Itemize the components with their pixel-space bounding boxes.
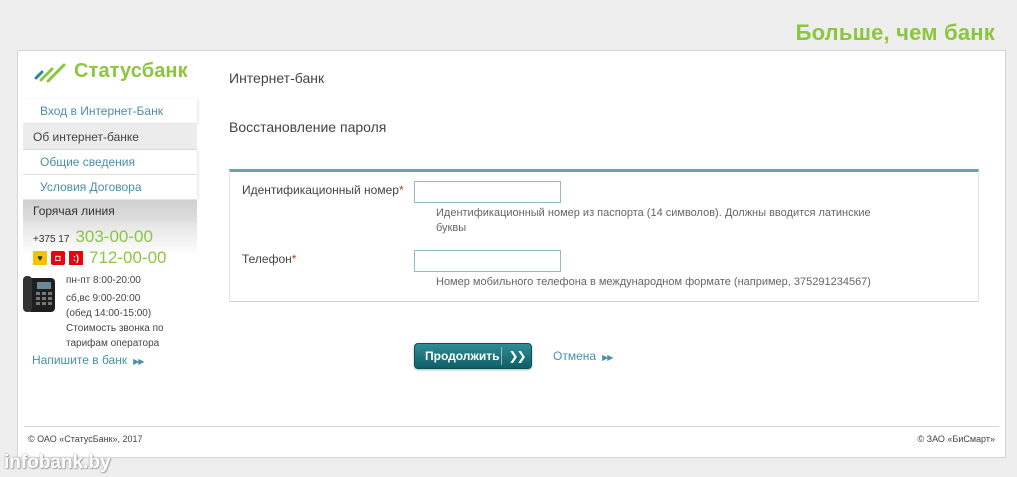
hours-weekday: пн-пт 8:00-20:00 xyxy=(66,275,141,286)
id-number-label: Идентификационный номер* xyxy=(242,183,404,197)
hours-lunch: (обед 14:00-15:00) xyxy=(66,308,152,319)
sidebar-item-contract-terms[interactable]: Условия Договора xyxy=(23,175,197,200)
footer-developer: © ЗАО «БиСмарт» xyxy=(917,434,995,444)
watermark: infobank.by xyxy=(4,452,111,473)
id-number-hint-line1: Идентификационный номер из паспорта (14 … xyxy=(436,207,871,219)
footer-copyright: © ОАО «СтатусБанк», 2017 xyxy=(28,434,143,444)
write-to-bank-link[interactable]: Напишите в банк ▶▶ xyxy=(32,353,144,367)
phone-label: Телефон* xyxy=(242,252,296,266)
mts-icon: ◘ xyxy=(51,251,65,265)
hotline-landline: +375 17 303-00-00 xyxy=(33,227,153,247)
chevron-right-icon: ❯❯ xyxy=(508,349,526,363)
id-number-input[interactable] xyxy=(414,181,561,203)
cost-note-2: тарифам оператора xyxy=(66,338,160,349)
footer-divider xyxy=(24,426,999,427)
password-recovery-form: Идентификационный номер* Идентификационн… xyxy=(229,169,979,302)
cancel-link-label: Отмена xyxy=(553,349,597,363)
required-mark: * xyxy=(291,252,297,266)
phone-input[interactable] xyxy=(414,250,561,272)
sidebar-item-general-info[interactable]: Общие сведения xyxy=(23,150,197,175)
sidebar: Вход в Интернет-Банк Об интернет-банке О… xyxy=(23,99,197,367)
id-number-hint-line2: буквы xyxy=(436,222,467,234)
sidebar-item-login[interactable]: Вход в Интернет-Банк xyxy=(23,99,197,124)
hotline-code: +375 17 xyxy=(33,234,70,245)
double-arrow-right-icon: ▶▶ xyxy=(133,357,144,366)
required-mark: * xyxy=(398,183,404,197)
phone-hint: Номер мобильного телефона в международно… xyxy=(436,276,871,288)
phone-label-text: Телефон xyxy=(242,252,292,266)
logo-mark-icon xyxy=(34,63,66,82)
life-icon: :) xyxy=(69,251,83,265)
hotline-block: Горячая линия +375 17 303-00-00 ♥ ◘ :) 7… xyxy=(23,200,197,367)
hotline-title: Горячая линия xyxy=(23,200,197,222)
main-card: Статусбанк Вход в Интернет-Банк Об интер… xyxy=(17,50,1006,458)
logo-text: Статусбанк xyxy=(74,60,188,82)
slogan: Больше, чем банк xyxy=(795,20,995,45)
cancel-link[interactable]: Отмена ▶▶ xyxy=(553,349,613,363)
sidebar-group-about: Об интернет-банке xyxy=(23,124,197,150)
section-title: Восстановление пароля xyxy=(229,119,387,135)
id-number-hint: Идентификационный номер из паспорта (14 … xyxy=(436,206,876,236)
double-arrow-right-icon: ▶▶ xyxy=(602,353,613,362)
continue-button[interactable]: Продолжить ❯❯ xyxy=(414,343,532,369)
hotline-mobile: ♥ ◘ :) 712-00-00 xyxy=(33,248,167,268)
hours-weekend: сб,вс 9:00-20:00 xyxy=(66,293,141,304)
velcom-icon: ♥ xyxy=(33,251,47,265)
hotline-number: 303-00-00 xyxy=(75,227,153,246)
logo[interactable]: Статусбанк xyxy=(34,60,188,83)
desk-phone-icon xyxy=(23,276,55,312)
write-to-bank-label: Напишите в банк xyxy=(32,353,128,367)
id-number-label-text: Идентификационный номер xyxy=(242,183,399,197)
continue-button-label: Продолжить xyxy=(425,349,500,363)
page-title: Интернет-банк xyxy=(229,70,325,86)
hotline-mobile-number: 712-00-00 xyxy=(89,248,167,267)
cost-note-1: Стоимость звонка по xyxy=(66,323,164,334)
hotline-hours: пн-пт 8:00-20:00 сб,вс 9:00-20:00 (обед … xyxy=(66,274,164,352)
